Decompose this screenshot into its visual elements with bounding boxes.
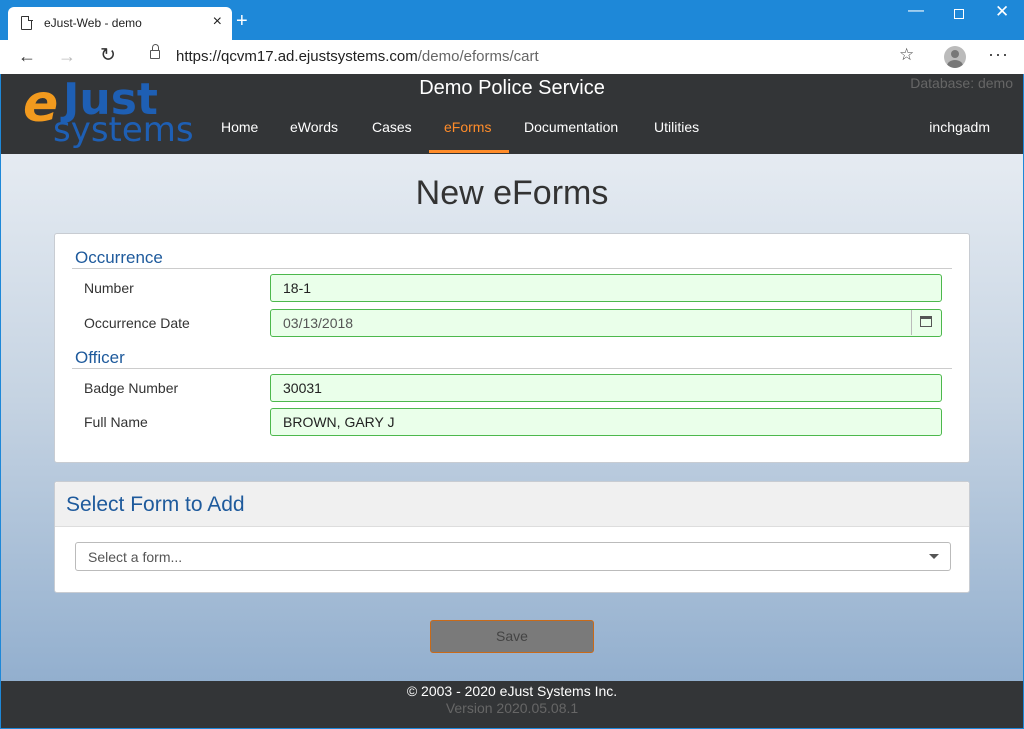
window-close-icon[interactable]: ✕: [995, 2, 1009, 22]
nav-documentation[interactable]: Documentation: [524, 119, 618, 135]
occurrence-section-title: Occurrence: [75, 248, 163, 267]
version: Version 2020.05.08.1: [445, 700, 579, 716]
page-title: New eForms: [415, 174, 609, 212]
maximize-icon[interactable]: [954, 9, 964, 19]
profile-avatar[interactable]: [944, 46, 966, 68]
minimize-icon[interactable]: —: [908, 2, 924, 20]
section-divider: [72, 368, 952, 369]
tab-title: eJust-Web - demo: [44, 16, 142, 30]
select-form-title: Select Form to Add: [66, 493, 245, 516]
browser-tab[interactable]: eJust-Web - demo ×: [8, 7, 232, 40]
number-label: Number: [84, 280, 134, 296]
occurrence-officer-panel: Occurrence Number 18-1 Occurrence Date 0…: [54, 233, 970, 463]
nav-home[interactable]: Home: [221, 119, 258, 135]
select-form-panel: Select Form to Add Select a form...: [54, 481, 970, 593]
lock-icon: [150, 44, 160, 59]
copyright: © 2003 - 2020 eJust Systems Inc.: [406, 683, 618, 699]
save-button[interactable]: Save: [430, 620, 594, 653]
page-icon: [21, 15, 33, 30]
browser-titlebar: eJust-Web - demo × + — ✕: [0, 0, 1024, 40]
app-footer: © 2003 - 2020 eJust Systems Inc. Version…: [1, 681, 1023, 728]
url-path: /demo/eforms/cart: [417, 48, 539, 65]
form-select-dropdown[interactable]: Select a form...: [75, 542, 951, 571]
section-divider: [72, 268, 952, 269]
logo-systems: systems: [53, 110, 194, 150]
occurrence-date-value: 03/13/2018: [283, 315, 354, 331]
badge-number-label: Badge Number: [84, 380, 179, 396]
back-arrow-icon[interactable]: ←: [18, 46, 36, 67]
site-title: Demo Police Service: [419, 77, 605, 99]
occurrence-date-field[interactable]: 03/13/2018: [270, 309, 942, 337]
browser-toolbar: ← → ↻ https://qcvm17.ad.ejustsystems.com…: [0, 40, 1024, 74]
form-select-placeholder: Select a form...: [88, 549, 183, 565]
app-header: e Just systems Demo Police Service Datab…: [1, 74, 1023, 154]
officer-section-title: Officer: [75, 348, 125, 367]
nav-ewords[interactable]: eWords: [290, 119, 338, 135]
favorite-star-icon[interactable]: ☆: [899, 45, 914, 65]
calendar-button[interactable]: [911, 310, 941, 335]
occurrence-date-label: Occurrence Date: [84, 315, 190, 331]
nav-eforms[interactable]: eForms: [444, 119, 491, 135]
tab-close-icon[interactable]: ×: [213, 13, 222, 31]
nav-utilities[interactable]: Utilities: [654, 119, 699, 135]
new-tab-icon[interactable]: +: [236, 10, 248, 33]
url-host: https://qcvm17.ad.ejustsystems.com: [176, 48, 418, 65]
full-name-label: Full Name: [84, 414, 148, 430]
forward-arrow-icon[interactable]: →: [58, 46, 76, 67]
app-viewport: e Just systems Demo Police Service Datab…: [1, 74, 1023, 728]
user-menu[interactable]: inchgadm: [929, 119, 990, 135]
dropdown-arrow-icon: [929, 554, 939, 559]
nav-cases[interactable]: Cases: [372, 119, 412, 135]
database-info: Database: demo: [910, 75, 1013, 91]
occurrence-number-field[interactable]: 18-1: [270, 274, 942, 302]
full-name-field[interactable]: BROWN, GARY J: [270, 408, 942, 436]
more-menu-icon[interactable]: ···: [988, 44, 1009, 65]
refresh-icon[interactable]: ↻: [100, 44, 116, 67]
select-form-header: Select Form to Add: [55, 482, 969, 527]
address-bar[interactable]: https://qcvm17.ad.ejustsystems.com/demo/…: [176, 48, 539, 65]
calendar-icon: [920, 316, 932, 327]
badge-number-field[interactable]: 30031: [270, 374, 942, 402]
active-nav-indicator: [429, 150, 509, 153]
